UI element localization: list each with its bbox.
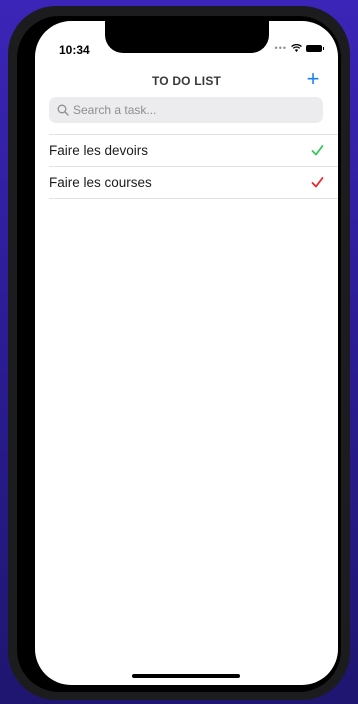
task-row[interactable]: Faire les devoirs: [49, 135, 338, 167]
wifi-icon: [291, 44, 302, 52]
search-input[interactable]: [73, 103, 313, 117]
page-title: TO DO LIST: [151, 74, 222, 88]
app-screen: 10:34 ••• TO DO LIST + Faire les devoirs…: [35, 21, 338, 685]
notch: [105, 21, 269, 53]
battery-icon: [306, 44, 324, 52]
task-label: Faire les devoirs: [49, 143, 149, 158]
check-icon[interactable]: [311, 176, 324, 189]
task-row[interactable]: Faire les courses: [49, 167, 338, 199]
add-task-button[interactable]: +: [303, 68, 323, 90]
task-label: Faire les courses: [49, 175, 152, 190]
status-icons: •••: [274, 43, 324, 53]
check-icon[interactable]: [311, 144, 324, 157]
task-list: Faire les devoirs Faire les courses: [49, 134, 338, 199]
signal-dots-icon: •••: [274, 43, 287, 53]
search-bar[interactable]: [49, 97, 323, 123]
home-indicator[interactable]: [132, 674, 240, 678]
status-time: 10:34: [59, 43, 90, 57]
search-icon: [57, 104, 69, 116]
